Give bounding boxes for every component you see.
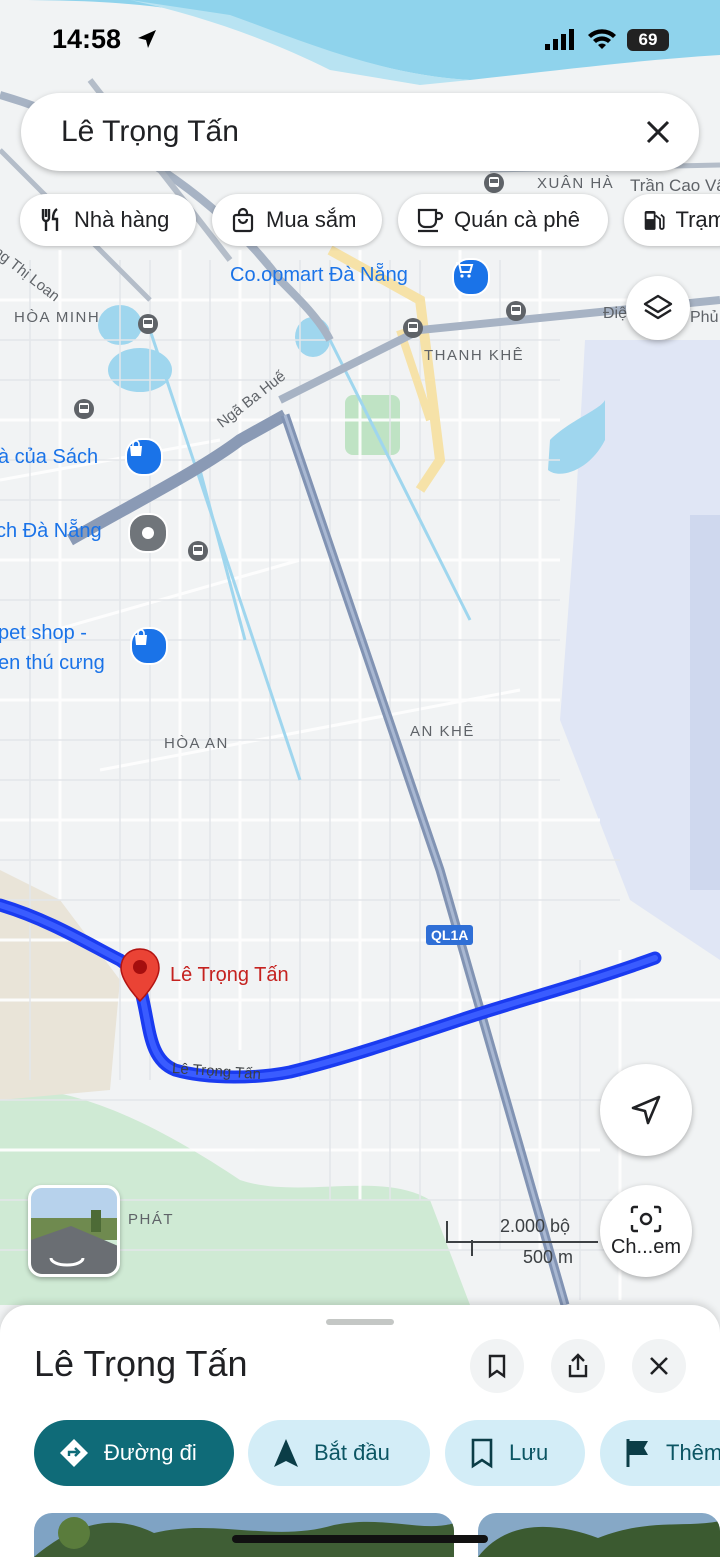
area-label-hoa-minh: HÒA MINH: [14, 309, 101, 326]
camera-button[interactable]: Ch...em: [600, 1185, 692, 1277]
camera-icon: [630, 1205, 662, 1232]
place-photo[interactable]: [478, 1513, 720, 1557]
poi-label-coopmart[interactable]: Co.opmart Đà Nẵng: [230, 264, 408, 287]
sheet-drag-handle[interactable]: [326, 1319, 394, 1325]
status-time: 14:58: [52, 24, 122, 54]
scale-imperial: 2.000 bộ: [500, 1216, 571, 1236]
chip-label: Nhà hàng: [74, 207, 170, 232]
my-location-button[interactable]: [600, 1064, 692, 1156]
street-label-dien: Điệ: [603, 305, 628, 322]
area-label-hoa-an: HÒA AN: [164, 735, 229, 752]
save-action-button[interactable]: Lưu: [445, 1420, 585, 1486]
gas-station-icon: [644, 210, 665, 230]
chip-restaurants[interactable]: Nhà hàng: [20, 194, 196, 246]
chip-shopping[interactable]: Mua sắm: [212, 194, 382, 246]
area-label-thanh-khe: THANH KHÊ: [424, 347, 525, 364]
poi-label-pet-shop-2[interactable]: en thú cưng: [0, 652, 105, 675]
shopping-bag-pin-icon[interactable]: [130, 627, 168, 665]
camera-label: Ch...em: [610, 1235, 682, 1258]
start-label: Bắt đầu: [314, 1440, 390, 1465]
share-button[interactable]: [551, 1339, 605, 1393]
location-arrow-icon: [138, 30, 156, 48]
more-action-button[interactable]: Thêm: [600, 1420, 720, 1486]
save-label: Lưu: [509, 1440, 549, 1465]
scale-bar-tick: [471, 1240, 473, 1256]
directions-icon: [60, 1439, 88, 1467]
directions-button[interactable]: Đường đi: [34, 1420, 234, 1486]
fork-knife-icon: [41, 208, 59, 231]
battery-indicator: 69: [627, 29, 669, 51]
status-bar: 14:58 69: [0, 0, 720, 80]
search-bar[interactable]: Lê Trọng Tấn: [21, 93, 699, 171]
directions-label: Đường đi: [104, 1440, 197, 1465]
shopping-bag-icon: [232, 207, 254, 233]
navigation-icon: [631, 1095, 661, 1125]
street-view-thumbnail[interactable]: [28, 1185, 120, 1277]
poi-label-nha-sach[interactable]: à của Sách: [0, 446, 98, 469]
navigation-arrow-icon: [274, 1439, 298, 1467]
layers-icon: [643, 294, 673, 320]
coffee-cup-icon: [417, 208, 444, 233]
area-label-an-khe: AN KHÊ: [410, 723, 475, 740]
close-icon: [650, 1357, 668, 1375]
close-sheet-button[interactable]: [632, 1339, 686, 1393]
chip-label: Quán cà phê: [454, 207, 580, 232]
search-input[interactable]: Lê Trọng Tấn: [61, 115, 239, 149]
layers-button[interactable]: [626, 276, 690, 340]
chip-label: Trạm: [675, 207, 720, 232]
highway-shield: QL1A: [426, 925, 474, 945]
place-title: Lê Trọng Tấn: [34, 1343, 248, 1384]
place-pin-icon[interactable]: [128, 513, 168, 553]
chip-coffee[interactable]: Quán cà phê: [398, 194, 608, 246]
start-button[interactable]: Bắt đầu: [248, 1420, 430, 1486]
home-indicator: [232, 1535, 488, 1543]
flag-icon: [626, 1439, 648, 1467]
chip-label: Mua sắm: [266, 207, 357, 232]
area-label-xuan-ha: XUÂN HÀ: [537, 175, 615, 192]
bookmark-icon: [471, 1438, 493, 1469]
poi-label-da-nang[interactable]: ch Đà Nẵng: [0, 520, 102, 543]
poi-label-pet-shop-1[interactable]: pet shop -: [0, 622, 87, 645]
more-label: Thêm: [666, 1440, 720, 1465]
bookmark-icon: [488, 1354, 506, 1379]
close-icon[interactable]: [637, 111, 679, 153]
street-label-tran-cao-van: Trần Cao Vâ: [630, 176, 720, 195]
pin-label: Lê Trọng Tấn: [170, 964, 289, 986]
shopping-bag-pin-icon[interactable]: [125, 438, 163, 476]
scale-metric: 500 m: [523, 1247, 574, 1267]
share-icon: [568, 1353, 588, 1378]
save-button[interactable]: [470, 1339, 524, 1393]
chip-gas[interactable]: Trạm: [624, 194, 720, 246]
street-label-phu: Phủ: [690, 309, 719, 326]
wifi-icon: [588, 29, 616, 49]
shopping-cart-icon[interactable]: [452, 258, 490, 296]
cellular-signal-icon: [545, 29, 574, 50]
area-label-phat: PHÁT: [128, 1211, 175, 1228]
